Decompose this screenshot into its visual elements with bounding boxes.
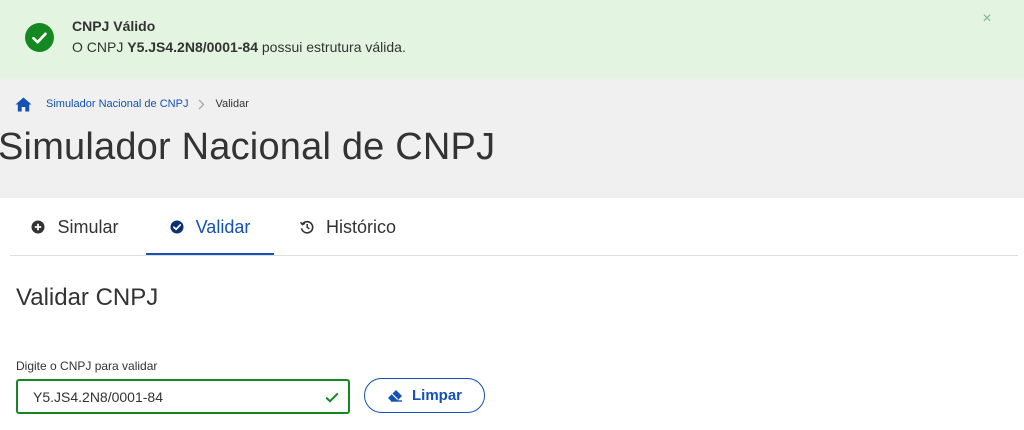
alert-cnpj: Y5.JS4.2N8/0001-84 (127, 39, 258, 55)
cnpj-input-wrapper (16, 379, 350, 414)
clear-button[interactable]: Limpar (364, 378, 485, 413)
alert-message-suffix: possui estrutura válida. (261, 39, 406, 55)
close-alert-button[interactable]: × (976, 8, 998, 30)
eraser-icon (387, 389, 403, 403)
tab-label: Simular (57, 216, 119, 237)
breadcrumb-link-simulador[interactable]: Simulador Nacional de CNPJ (46, 98, 188, 110)
alert-message: O CNPJ Y5.JS4.2N8/0001-84 possui estrutu… (72, 39, 406, 55)
success-alert: CNPJ Válido O CNPJ Y5.JS4.2N8/0001-84 po… (0, 0, 1024, 79)
tab-label: Histórico (325, 216, 396, 237)
tab-validar[interactable]: Validar (146, 198, 274, 256)
tab-label: Validar (195, 216, 251, 237)
tab-bar: Simular Validar Histórico (0, 198, 1024, 256)
plus-circle-icon (31, 220, 45, 234)
tab-historico[interactable]: Histórico (286, 198, 410, 256)
home-icon[interactable] (14, 95, 32, 113)
breadcrumb: Simulador Nacional de CNPJ Validar (14, 94, 249, 114)
cnpj-field-label: Digite o CNPJ para validar (16, 359, 158, 373)
section-title: Validar CNPJ (16, 284, 159, 311)
cnpj-input[interactable] (18, 381, 318, 412)
chevron-right-icon (198, 99, 205, 110)
main-card: Simular Validar Histórico Validar CNPJ D… (0, 198, 1024, 430)
breadcrumb-current: Validar (215, 98, 249, 110)
check-circle-icon (25, 23, 54, 52)
clear-button-label: Limpar (411, 387, 462, 404)
alert-title: CNPJ Válido (72, 18, 156, 34)
check-icon (324, 389, 340, 405)
tabs-divider (10, 255, 1018, 256)
page-title: Simulador Nacional de CNPJ (0, 126, 496, 168)
check-circle-icon (170, 220, 184, 234)
tab-simular[interactable]: Simular (16, 198, 134, 256)
close-icon: × (982, 10, 992, 27)
history-icon (299, 220, 314, 234)
alert-message-prefix: O CNPJ (72, 39, 124, 55)
